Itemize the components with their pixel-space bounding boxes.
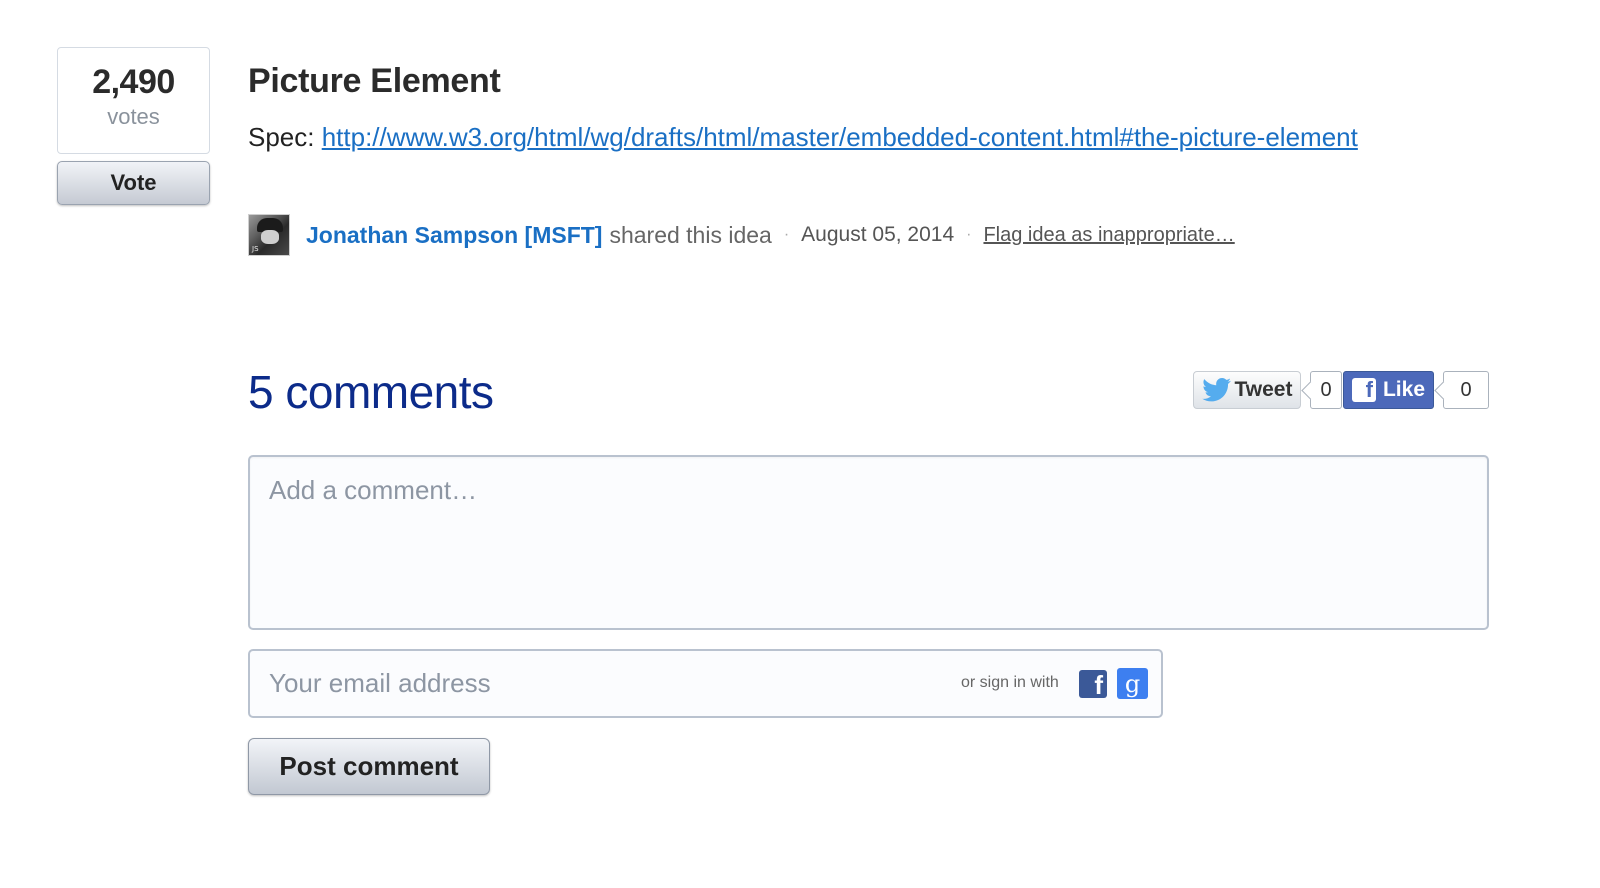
- like-count: 0: [1443, 371, 1489, 409]
- idea-meta: JS Jonathan Sampson [MSFT] shared this i…: [248, 214, 1235, 256]
- tweet-button[interactable]: Tweet: [1193, 371, 1301, 409]
- meta-separator: ·: [966, 226, 972, 243]
- google-signin-icon[interactable]: g: [1117, 668, 1148, 699]
- post-comment-button[interactable]: Post comment: [248, 738, 490, 795]
- tweet-count: 0: [1310, 371, 1342, 409]
- idea-title: Picture Element: [248, 62, 501, 100]
- like-label: Like: [1382, 378, 1426, 401]
- email-field-wrapper: or sign in with f g: [248, 649, 1163, 718]
- email-field[interactable]: [250, 651, 930, 716]
- vote-count-box: 2,490 votes: [57, 47, 210, 154]
- meta-separator: ·: [783, 226, 790, 243]
- facebook-icon: f: [1351, 378, 1376, 402]
- facebook-signin-icon[interactable]: f: [1079, 670, 1107, 698]
- signin-label: or sign in with: [961, 674, 1059, 691]
- vote-count: 2,490: [92, 63, 175, 101]
- twitter-bird-icon: [1201, 378, 1231, 402]
- tweet-label: Tweet: [1234, 378, 1293, 401]
- avatar-initials: JS: [252, 245, 259, 253]
- avatar-face: [261, 230, 279, 244]
- spec-link[interactable]: http://www.w3.org/html/wg/drafts/html/ma…: [322, 122, 1358, 152]
- idea-date: August 05, 2014: [801, 223, 955, 246]
- author-link[interactable]: Jonathan Sampson [MSFT]: [306, 222, 602, 249]
- vote-unit-label: votes: [107, 104, 160, 129]
- avatar[interactable]: JS: [248, 214, 290, 256]
- spec-prefix: Spec:: [248, 122, 322, 152]
- comments-heading: 5 comments: [248, 366, 494, 418]
- shared-text: shared this idea: [609, 221, 772, 248]
- facebook-like-button[interactable]: f Like: [1343, 371, 1434, 409]
- idea-description: Spec: http://www.w3.org/html/wg/drafts/h…: [248, 122, 1358, 153]
- vote-button[interactable]: Vote: [57, 161, 210, 205]
- comment-input[interactable]: [248, 455, 1489, 630]
- flag-idea-link[interactable]: Flag idea as inappropriate…: [983, 224, 1234, 247]
